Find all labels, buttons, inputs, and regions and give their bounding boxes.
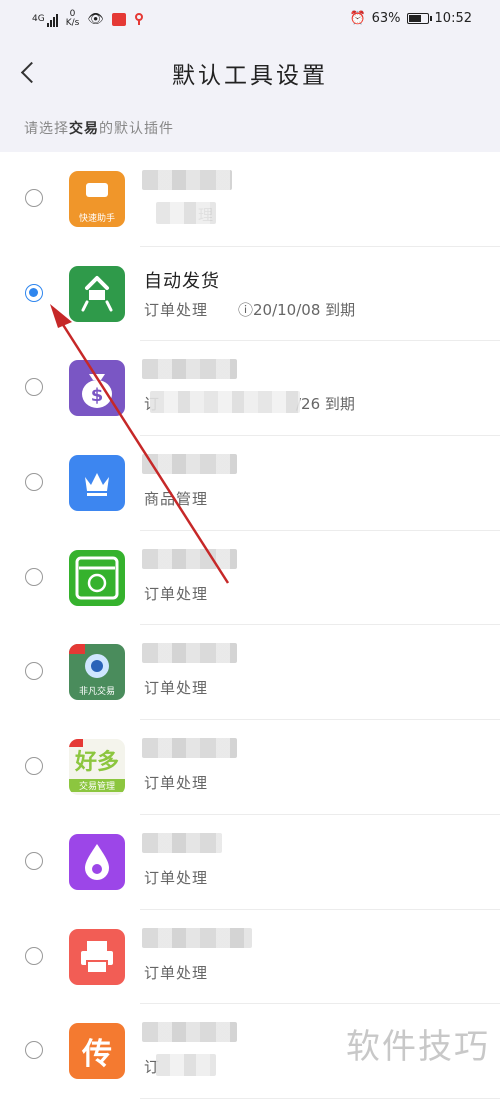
icon-label: 快速助手: [78, 214, 115, 224]
radio-button[interactable]: [25, 1041, 43, 1060]
redacted-name: [142, 454, 237, 475]
plugin-row[interactable]: 订单处理: [0, 910, 500, 1005]
network-type: 4G: [32, 13, 45, 24]
plugin-category: 订单处理: [144, 963, 209, 982]
printer-icon: [69, 928, 125, 985]
plugin-category: 订单处理: [144, 300, 209, 319]
network-speed: 0 K/s: [65, 9, 80, 28]
plugin-category: 订单处理: [144, 774, 209, 793]
alarm-icon: ⏰: [349, 11, 366, 26]
redacted-name: [142, 359, 237, 380]
plugin-row[interactable]: 好多 交易管理 订单处理: [0, 720, 500, 815]
trade-assistant-icon: 快速助手: [69, 171, 125, 227]
clock: 10:52: [434, 11, 472, 26]
radio-button[interactable]: [25, 567, 43, 586]
redacted-name: [142, 170, 232, 190]
plugin-row[interactable]: 自动发货订单处理 ⓘ20/10/08 到期: [0, 247, 500, 342]
plugin-list: 快速助手理自动发货订单处理ⓘ20/10/08 到期$订/26 到期商品管理订单处…: [0, 152, 500, 1099]
icon-label: 非凡交易: [78, 687, 115, 698]
radio-button[interactable]: [25, 757, 43, 776]
battery-icon: [406, 13, 432, 24]
watermark: 软件技巧: [346, 1027, 490, 1067]
expiry-date: /26 到期: [296, 395, 355, 414]
svg-text:好多: 好多: [74, 749, 119, 775]
plugin-name: 自动发货: [144, 270, 220, 292]
expiry-date: ⓘ20/10/08 到期: [238, 300, 356, 319]
redacted-detail: [150, 391, 300, 414]
redacted-name: [142, 548, 237, 569]
plugin-row[interactable]: 商品管理: [0, 436, 500, 531]
radio-button[interactable]: [25, 473, 43, 492]
page-title: 默认工具设置: [172, 63, 328, 89]
plugin-row[interactable]: 订单处理: [0, 815, 500, 910]
icon-label: 交易管理: [69, 779, 125, 793]
radio-button[interactable]: [25, 662, 43, 681]
icon-glyph: 传: [82, 1037, 112, 1073]
status-bar: 4G 0 K/s 👁 ⏰ 63% 10:52: [0, 0, 500, 40]
battery-percent: 63%: [371, 11, 401, 26]
shop-icon: [69, 549, 125, 606]
redacted-name: [142, 738, 237, 759]
redacted-name: [142, 1022, 237, 1043]
plugin-category: 订单处理: [144, 868, 209, 887]
location-pin-icon: [134, 13, 144, 25]
radio-button[interactable]: [25, 283, 43, 302]
plugin-row[interactable]: 订单处理: [0, 531, 500, 626]
radio-button[interactable]: [25, 189, 43, 207]
radio-button[interactable]: [25, 851, 43, 870]
radio-button[interactable]: [25, 946, 43, 965]
haoduo-icon: 好多 交易管理: [69, 739, 125, 796]
signal-icon: [46, 11, 58, 27]
feifan-icon: 非凡交易: [69, 644, 125, 701]
plugin-category: 订单处理: [144, 584, 209, 603]
navigation-bar: 默认工具设置: [0, 40, 500, 104]
notification-app-icon: [111, 12, 126, 26]
plugin-row[interactable]: 快速助手理: [0, 152, 500, 247]
radio-button[interactable]: [25, 378, 43, 397]
money-bag-icon: $: [69, 360, 125, 417]
redacted-name: [142, 927, 252, 948]
eye-icon: 👁: [87, 11, 104, 27]
plugin-category: 商品管理: [144, 490, 209, 509]
redacted-name: [142, 832, 222, 853]
chuan-icon: 传: [69, 1023, 125, 1080]
crown-icon: [69, 455, 125, 512]
redacted-name: [142, 643, 237, 664]
droplet-icon: [69, 833, 125, 890]
redacted-detail: [156, 1054, 216, 1077]
section-hint: 请选择交易的默认插件: [24, 121, 174, 137]
auto-ship-icon: [69, 265, 125, 322]
plugin-category: 订单处理: [144, 679, 209, 698]
redacted-detail: [156, 202, 216, 224]
svg-text:$: $: [91, 385, 104, 406]
plugin-row[interactable]: $订/26 到期: [0, 341, 500, 436]
plugin-row[interactable]: 非凡交易 订单处理: [0, 625, 500, 720]
